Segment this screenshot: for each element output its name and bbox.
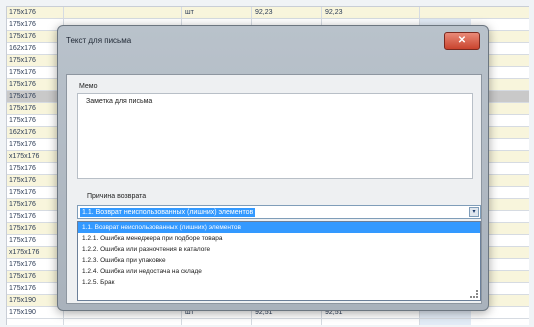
table-cell: 175х176 (9, 201, 36, 208)
table-cell: 175х176 (9, 237, 36, 244)
dialog-title: Текст для письма (66, 36, 132, 45)
dropdown-arrow-button[interactable]: ▾ (469, 207, 479, 217)
close-icon: ✕ (457, 35, 467, 46)
memo-text: Заметка для письма (86, 98, 153, 105)
table-cell: 175х176 (9, 165, 36, 172)
table-cell: х175х176 (9, 153, 40, 160)
memo-textarea[interactable]: Заметка для письма (77, 93, 473, 179)
table-cell: 175х176 (9, 117, 36, 124)
dropdown-option[interactable]: 1.2.4. Ошибка или недостача на складе (78, 266, 480, 277)
table-cell: 162х176 (9, 129, 36, 136)
return-reason-select[interactable]: 1.1. Возврат неиспользованных (лишних) э… (77, 205, 481, 219)
table-cell: 175х190 (9, 309, 36, 316)
table-cell: 175х176 (9, 81, 36, 88)
dropdown-option[interactable]: 1.2.1. Ошибка менеджера при подборе това… (78, 233, 480, 244)
table-cell (423, 7, 453, 18)
dropdown-option[interactable]: 1.2.3. Ошибка при упаковке (78, 255, 480, 266)
table-row[interactable]: 175х176 шт 92,23 92,23 (7, 7, 529, 19)
table-cell: 175х176 (9, 9, 36, 16)
table-cell: 175х176 (9, 105, 36, 112)
table-cell: 92,23 (255, 9, 273, 16)
table-cell: шт (185, 9, 194, 16)
table-cell: 175х176 (9, 213, 36, 220)
table-cell: 175х176 (9, 69, 36, 76)
table-cell: 175х176 (9, 177, 36, 184)
table-cell: 175х176 (9, 33, 36, 40)
return-reason-label: Причина возврата (87, 193, 147, 200)
table-cell: 162х176 (9, 45, 36, 52)
dialog-body: Мемо Заметка для письма Причина возврата… (66, 74, 482, 304)
email-text-dialog: Текст для письма ✕ Мемо Заметка для пись… (57, 25, 489, 311)
table-cell: 175х176 (9, 189, 36, 196)
dropdown-option[interactable]: 1.1. Возврат неиспользованных (лишних) э… (78, 222, 480, 233)
table-cell: 175х176 (9, 225, 36, 232)
table-cell: 175х190 (9, 297, 36, 304)
dropdown-option[interactable]: 1.2.2. Ошибка или разночтения в каталоге (78, 244, 480, 255)
table-cell: 175х176 (9, 261, 36, 268)
chevron-down-icon: ▾ (472, 209, 476, 215)
table-cell: 175х176 (9, 141, 36, 148)
table-cell: 92,23 (325, 9, 343, 16)
table-cell: 175х176 (9, 57, 36, 64)
dropdown-option[interactable]: 1.2.5. Брак (78, 277, 480, 288)
table-cell: 175х176 (9, 273, 36, 280)
close-button[interactable]: ✕ (444, 32, 480, 50)
table-cell: 175х176 (9, 21, 36, 28)
resize-grip-icon[interactable] (470, 290, 478, 298)
selected-reason: 1.1. Возврат неиспользованных (лишних) э… (80, 208, 256, 217)
return-reason-dropdown-list: 1.1. Возврат неиспользованных (лишних) э… (77, 221, 481, 301)
memo-label: Мемо (79, 83, 98, 90)
table-cell: 175х176 (9, 285, 36, 292)
table-cell: 175х176 (9, 93, 36, 100)
table-cell: х175х176 (9, 249, 40, 256)
